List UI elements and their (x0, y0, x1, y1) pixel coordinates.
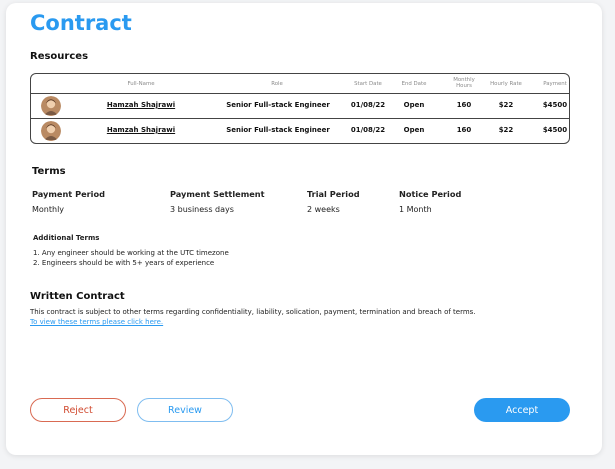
header-payment: Payment (543, 81, 567, 87)
terms-title: Terms (32, 166, 66, 177)
resource-role: Senior Full-stack Engineer (226, 101, 330, 109)
header-full-name: Full-Name (127, 81, 155, 87)
header-hourly-rate: Hourly Rate (490, 81, 522, 87)
additional-terms-title: Additional Terms (33, 234, 100, 242)
resource-end-date: Open (403, 101, 425, 109)
payment-period-label: Payment Period (32, 189, 105, 199)
resources-title: Resources (30, 51, 89, 62)
resource-rate: $22 (498, 126, 514, 134)
additional-terms-list: 1. Any engineer should be working at the… (33, 248, 229, 268)
header-monthly-hours-line2: Hours (456, 83, 472, 89)
written-contract-text: This contract is subject to other terms … (30, 308, 476, 316)
accept-button[interactable]: Accept (474, 398, 570, 422)
payment-period-value: Monthly (32, 205, 65, 214)
avatar (41, 96, 61, 116)
header-start-date: Start Date (354, 81, 382, 87)
page-title: Contract (30, 11, 132, 35)
resource-end-date: Open (403, 126, 425, 134)
contract-card: Contract Resources Full-Name Role Start … (6, 3, 602, 455)
resource-start-date: 01/08/22 (350, 101, 386, 109)
avatar (41, 121, 61, 141)
resource-hours: 160 (456, 126, 472, 134)
resource-rate: $22 (498, 101, 514, 109)
trial-period-value: 2 weeks (307, 205, 340, 214)
reject-button[interactable]: Reject (30, 398, 126, 422)
written-contract-title: Written Contract (30, 291, 125, 302)
table-row: Hamzah Shajrawi Senior Full-stack Engine… (31, 94, 569, 118)
resource-payment: $4500 (542, 126, 568, 134)
table-row: Hamzah Shajrawi Senior Full-stack Engine… (31, 119, 569, 143)
trial-period-label: Trial Period (307, 189, 360, 199)
resource-role: Senior Full-stack Engineer (226, 126, 330, 134)
resource-payment: $4500 (542, 101, 568, 109)
resource-name-link[interactable]: Hamzah Shajrawi (101, 101, 181, 109)
payment-settlement-value: 3 business days (170, 205, 234, 214)
resources-table: Full-Name Role Start Date End Date Month… (30, 73, 570, 144)
review-button[interactable]: Review (137, 398, 233, 422)
list-item: 1. Any engineer should be working at the… (33, 249, 229, 257)
notice-period-label: Notice Period (399, 189, 462, 199)
view-terms-link[interactable]: To view these terms please click here. (30, 318, 163, 326)
header-monthly-hours: Monthly Hours (444, 77, 484, 89)
notice-period-value: 1 Month (399, 205, 432, 214)
header-role: Role (271, 81, 283, 87)
header-end-date: End Date (401, 81, 427, 87)
payment-settlement-label: Payment Settlement (170, 189, 265, 199)
resource-start-date: 01/08/22 (350, 126, 386, 134)
resource-hours: 160 (456, 101, 472, 109)
list-item: 2. Engineers should be with 5+ years of … (33, 259, 215, 267)
resource-name-link[interactable]: Hamzah Shajrawi (101, 126, 181, 134)
